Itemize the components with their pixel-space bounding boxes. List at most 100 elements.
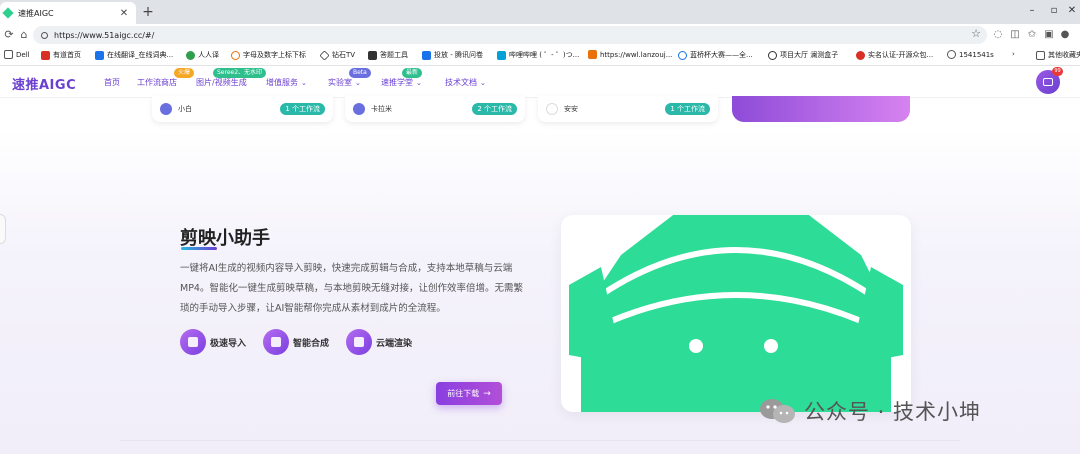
workflow-count-badge: 1 个工作流	[280, 103, 325, 115]
feature-item: 智能合成	[263, 329, 329, 355]
feature-description: 一键将AI生成的视频内容导入剪映，快速完成剪辑与合成，支持本地草稿与云端MP4。…	[180, 263, 523, 314]
user-avatar[interactable]: 99	[1036, 67, 1063, 94]
nav-academy[interactable]: 速推学堂 ⌄	[381, 77, 422, 88]
nav-value-services[interactable]: 增值服务 ⌄	[266, 77, 307, 88]
chevron-down-icon: ⌄	[416, 79, 422, 87]
bookmark-item[interactable]: 有道首页	[41, 50, 81, 60]
title-underline	[181, 247, 217, 250]
check-icon	[422, 50, 431, 60]
feature-item: 云端渲染	[346, 329, 412, 355]
wechat-icon	[760, 399, 795, 423]
flag-icon	[588, 50, 597, 59]
bookmark-item[interactable]: 其他收藏夹	[1036, 50, 1080, 60]
feature-label: 智能合成	[293, 338, 330, 349]
author-name: 卡拉米	[371, 105, 392, 113]
reload-icon[interactable]: ⟳	[2, 27, 16, 43]
nav-badge-new: 最新	[402, 68, 423, 78]
avatar	[546, 103, 558, 115]
mascot-eye	[689, 339, 703, 353]
tab-close-icon[interactable]: ✕	[118, 8, 130, 19]
youdao-icon	[41, 50, 50, 60]
nav-home[interactable]: 首页	[104, 77, 120, 88]
project-icon	[768, 50, 777, 60]
mascot-eye	[764, 339, 778, 353]
promo-banner[interactable]	[732, 96, 910, 122]
nav-workflow-store[interactable]: 工作流商店	[137, 77, 177, 88]
feature-item: 极速导入	[180, 329, 246, 355]
bookmark-item[interactable]: 1541541s	[947, 50, 994, 59]
bookmarks-overflow-icon[interactable]: ›	[1012, 50, 1015, 58]
workflow-count-badge: 1 个工作流	[665, 103, 710, 115]
jianying-helper-illustration	[569, 215, 903, 412]
chevron-down-icon: ⌄	[301, 79, 307, 87]
site-header: 速推AIGC 首页 工作流商店 火爆 图片/视频生成 Seree2、无水印 增值…	[0, 66, 1080, 98]
section-divider	[120, 440, 960, 441]
author-name: 小白	[178, 105, 192, 113]
bookmark-item[interactable]: 实名认证-开源众包...	[856, 50, 933, 60]
download-label: 前往下载	[447, 389, 480, 398]
author-card[interactable]: 安安 1 个工作流	[538, 96, 718, 122]
bookmark-item[interactable]: 蓝桥杯大赛——全...	[678, 50, 753, 60]
author-card[interactable]: 卡拉米 2 个工作流	[345, 96, 525, 122]
new-tab-button[interactable]: +	[140, 3, 156, 21]
smile-icon	[231, 50, 240, 60]
collections-icon[interactable]: ▣	[1042, 27, 1056, 43]
lanqiao-icon	[678, 50, 687, 60]
lock-icon	[41, 31, 48, 39]
url-field[interactable]: https://www.51aigc.cc/#/ ☆	[33, 26, 987, 44]
download-button[interactable]: 前往下载 →	[436, 382, 502, 405]
address-bar-row: ⟳ ⌂ https://www.51aigc.cc/#/ ☆ ◌ ◫ ✩ ▣ ●	[0, 24, 1080, 46]
url-text: https://www.51aigc.cc/#/	[54, 30, 155, 40]
diamond-icon	[319, 49, 330, 61]
notification-badge: 99	[1052, 67, 1063, 76]
browser-tabstrip: 速推AIGC ✕ + – ▫ ✕	[0, 0, 1080, 24]
nav-badge-hot: 火爆	[174, 68, 195, 78]
bookmark-item[interactable]: 投放 - 腾讯问卷	[422, 50, 483, 60]
profile-icon[interactable]: ●	[1058, 27, 1072, 43]
globe-icon	[947, 50, 956, 59]
bookmark-item[interactable]: https://wwl.lanzouj...	[588, 50, 672, 59]
close-window-button[interactable]: ✕	[1062, 3, 1080, 19]
watermark-text: 公众号 · 技术小坤	[804, 400, 982, 424]
nav-badge-beta: Beta	[349, 68, 371, 78]
tab-title: 速推AIGC	[18, 8, 54, 18]
carousel-prev-handle[interactable]	[0, 214, 6, 244]
bookmark-item[interactable]: 项目大厅 澜测盒子	[768, 50, 838, 60]
feature-label: 极速导入	[210, 338, 247, 349]
bookmark-item[interactable]: 字母及数字上标下标	[231, 50, 306, 60]
tools-icon	[368, 50, 377, 60]
site-logo[interactable]: 速推AIGC	[12, 74, 76, 93]
renren-icon	[186, 50, 195, 60]
nav-docs[interactable]: 技术文档 ⌄	[445, 77, 486, 88]
nav-image-video[interactable]: 图片/视频生成	[196, 77, 247, 88]
home-icon[interactable]: ⌂	[17, 27, 31, 43]
bookmarks-bar: Dell 有道首页 在线翻译_在线词典... 人人译 字母及数字上标下标 钻石T…	[0, 46, 1080, 66]
browser-tab[interactable]: 速推AIGC ✕	[0, 2, 136, 24]
folder-icon	[4, 50, 13, 59]
author-card[interactable]: 小白 1 个工作流	[152, 96, 333, 122]
nav-lab[interactable]: 实验室 ⌄	[328, 77, 361, 88]
chevron-down-icon: ⌄	[480, 79, 486, 87]
nav-badge-seree: Seree2、无水印	[213, 68, 267, 78]
split-screen-icon[interactable]: ◫	[1008, 27, 1022, 43]
bookmark-item[interactable]: 哔哩哔哩 ( ゜- ゜)つ...	[497, 50, 579, 60]
favorites-icon[interactable]: ✩	[1025, 27, 1039, 43]
minimize-button[interactable]: –	[1022, 3, 1042, 19]
rocket-icon	[180, 329, 206, 355]
workflow-count-badge: 2 个工作流	[472, 103, 517, 115]
bookmark-item[interactable]: 答题工具	[368, 50, 408, 60]
extension-icon[interactable]: ◌	[991, 27, 1005, 43]
maximize-button[interactable]: ▫	[1044, 3, 1064, 19]
site-favicon-icon	[2, 7, 14, 19]
app-illustration-card	[561, 215, 911, 412]
avatar	[160, 103, 172, 115]
bookmark-item[interactable]: 在线翻译_在线词典...	[95, 50, 173, 60]
bookmark-item[interactable]: 人人译	[186, 50, 219, 60]
bookmark-item[interactable]: 钻石TV	[319, 49, 355, 61]
translate-icon	[95, 50, 104, 60]
author-name: 安安	[564, 105, 578, 113]
feature-label: 云端渲染	[376, 338, 413, 349]
calendar-icon	[1043, 78, 1053, 86]
bookmark-item[interactable]: Dell	[4, 50, 30, 59]
bookmark-star-icon[interactable]: ☆	[971, 27, 981, 40]
